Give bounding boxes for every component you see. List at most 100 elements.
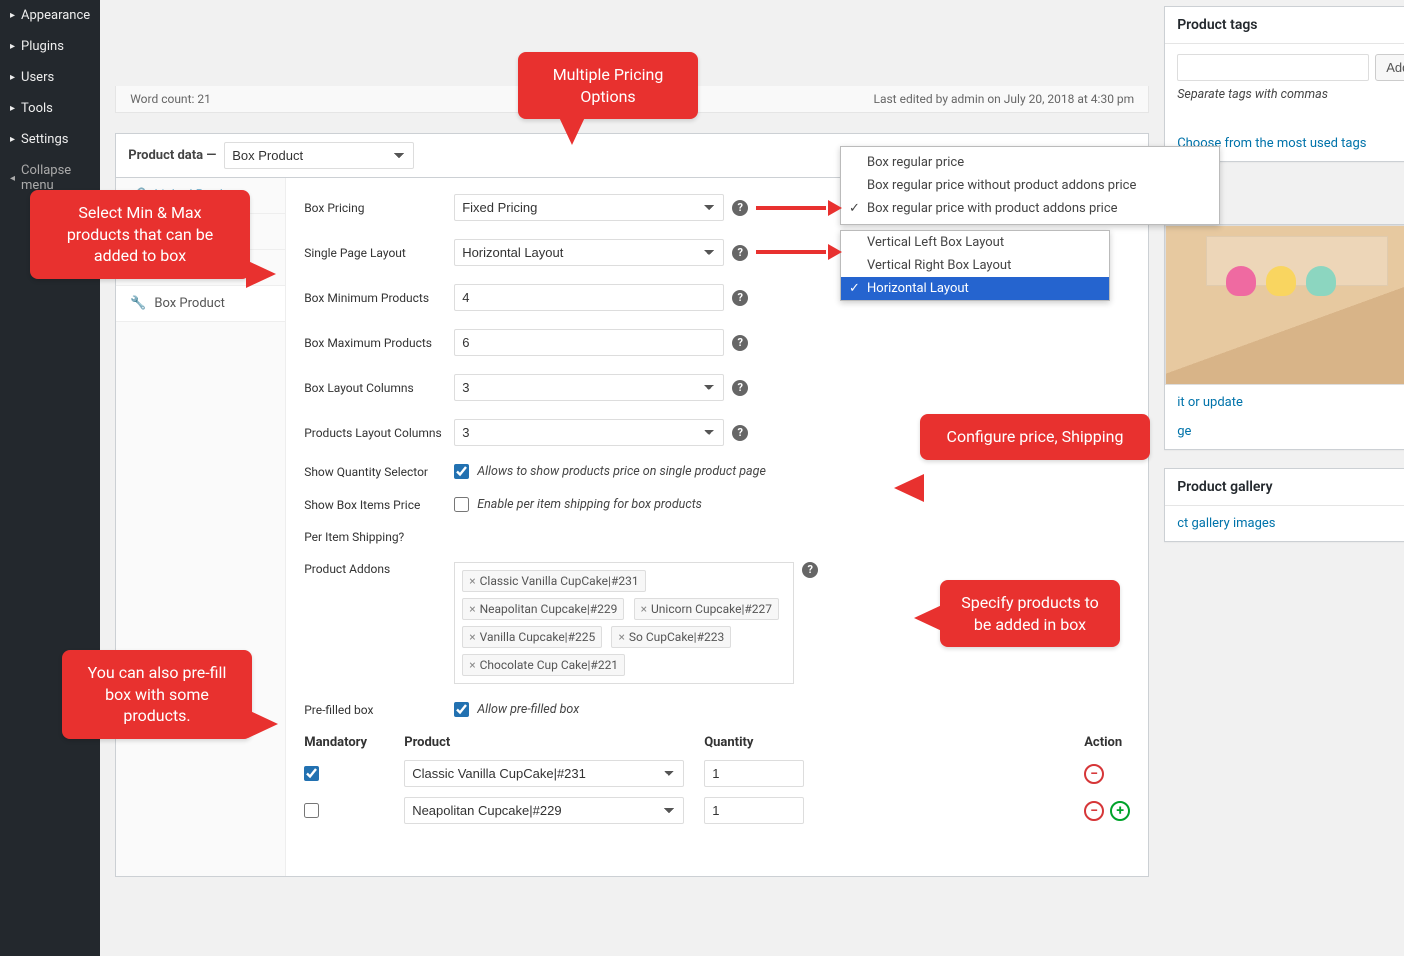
prefill-qty-input[interactable] [704,760,804,787]
chevron-right-icon: ▸ [10,72,15,83]
callout-minmax: Select Min & Max products that can be ad… [30,190,250,279]
help-icon[interactable]: ? [732,380,748,396]
wp-admin-sidebar: ▸Appearance ▸Plugins ▸Users ▸Tools ▸Sett… [0,0,100,956]
prefill-qty-input[interactable] [704,797,804,824]
prefilled-box-checkbox[interactable] [454,702,469,717]
single-page-layout-select[interactable]: Horizontal Layout [454,239,724,266]
pricing-options-popup: Box regular price Box regular price with… [840,146,1220,225]
prefill-product-select[interactable]: Neapolitan Cupcake|#229 [404,797,684,824]
product-tags-title: Product tags [1165,7,1404,44]
product-tags-panel: Product tags Add Separate tags with comm… [1164,6,1404,162]
chevron-right-icon: ▸ [10,10,15,21]
layout-options-popup: Vertical Left Box Layout Vertical Right … [840,230,1110,301]
remove-tag-icon[interactable]: × [469,602,475,616]
last-edited: Last edited by admin on July 20, 2018 at… [874,92,1135,106]
add-tag-button[interactable]: Add [1375,54,1404,81]
menu-settings[interactable]: ▸Settings [0,124,100,155]
arrow-icon [756,244,840,260]
layout-option[interactable]: Horizontal Layout [841,277,1109,300]
box-layout-cols-label: Box Layout Columns [304,381,454,395]
show-qty-checkbox[interactable] [454,464,469,479]
menu-users[interactable]: ▸Users [0,62,100,93]
tab-box-product[interactable]: 🔧Box Product [116,286,285,322]
product-gallery-panel: Product gallery ct gallery images [1164,468,1404,542]
box-max-products-label: Box Maximum Products [304,336,454,350]
callout-shipping: Configure price, Shipping [920,414,1150,460]
remove-tag-icon[interactable]: × [469,574,475,588]
menu-plugins[interactable]: ▸Plugins [0,31,100,62]
remove-tag-icon[interactable]: × [469,630,475,644]
product-addons-field[interactable]: ×Classic Vanilla CupCake|#231 ×Neapolita… [454,562,794,684]
product-type-select[interactable]: Box Product [224,142,414,169]
chevron-right-icon: ▸ [10,41,15,52]
menu-appearance[interactable]: ▸Appearance [0,0,100,31]
chevron-right-icon: ▸ [10,103,15,114]
per-item-shipping-label: Per Item Shipping? [304,530,454,544]
pricing-option[interactable]: Box regular price [841,151,1219,174]
addon-tag[interactable]: ×Chocolate Cup Cake|#221 [462,654,625,676]
prefill-mandatory-checkbox[interactable] [304,766,319,781]
per-item-shipping-hint: Enable per item shipping for box product… [477,497,702,512]
box-max-products-input[interactable] [454,329,724,356]
prefill-table-head: Mandatory Product Quantity Action [304,735,1130,750]
box-min-products-label: Box Minimum Products [304,291,454,305]
prefilled-box-hint: Allow pre-filled box [477,702,579,717]
wrench-icon: 🔧 [130,296,146,311]
remove-tag-icon[interactable]: × [641,602,647,616]
prefill-mandatory-checkbox[interactable] [304,803,319,818]
addon-tag[interactable]: ×Vanilla Cupcake|#225 [462,626,602,648]
addon-tag[interactable]: ×Neapolitan Cupcake|#229 [462,598,624,620]
prefilled-box-label: Pre-filled box [304,703,454,717]
show-qty-label: Show Quantity Selector [304,465,454,479]
remove-tag-icon[interactable]: × [618,630,624,644]
help-icon[interactable]: ? [802,562,818,578]
addon-tag[interactable]: ×So CupCake|#223 [611,626,731,648]
product-tags-input[interactable] [1177,54,1369,81]
box-min-products-input[interactable] [454,284,724,311]
prefill-product-select[interactable]: Classic Vanilla CupCake|#231 [404,760,684,787]
add-row-button[interactable]: + [1110,801,1130,821]
show-items-price-label: Show Box Items Price [304,498,454,512]
help-icon[interactable]: ? [732,425,748,441]
product-addons-label: Product Addons [304,562,454,576]
menu-tools[interactable]: ▸Tools [0,93,100,124]
help-icon[interactable]: ? [732,290,748,306]
remove-row-button[interactable]: − [1084,764,1104,784]
word-count: Word count: 21 [130,92,211,106]
addon-tag[interactable]: ×Unicorn Cupcake|#227 [634,598,779,620]
addon-tag[interactable]: ×Classic Vanilla CupCake|#231 [462,570,645,592]
box-layout-cols-select[interactable]: 3 [454,374,724,401]
callout-addons: Specify products to be added in box [940,580,1120,647]
remove-tag-icon[interactable]: × [469,658,475,672]
product-gallery-title: Product gallery [1165,469,1404,506]
box-pricing-label: Box Pricing [304,201,454,215]
product-tags-hint: Separate tags with commas [1177,87,1397,102]
callout-pricing: Multiple Pricing Options [518,52,698,119]
remove-image-link[interactable]: ge [1177,424,1191,439]
layout-option[interactable]: Vertical Left Box Layout [841,231,1109,254]
layout-option[interactable]: Vertical Right Box Layout [841,254,1109,277]
product-image-preview[interactable] [1165,225,1404,385]
pricing-option[interactable]: Box regular price with product addons pr… [841,197,1219,220]
per-item-shipping-checkbox[interactable] [454,497,469,512]
help-icon[interactable]: ? [732,200,748,216]
edit-image-link[interactable]: it or update [1177,395,1243,410]
product-data-title: Product data — [128,148,216,163]
products-layout-cols-label: Products Layout Columns [304,426,454,440]
callout-prefill: You can also pre-fill box with some prod… [62,650,252,739]
prefill-row: Neapolitan Cupcake|#229 −+ [304,797,1130,824]
product-image-panel: it or update ge [1164,224,1404,450]
collapse-icon: ◂ [10,173,15,184]
show-qty-hint: Allows to show products price on single … [477,464,766,479]
box-pricing-select[interactable]: Fixed Pricing [454,194,724,221]
pricing-option[interactable]: Box regular price without product addons… [841,174,1219,197]
single-page-layout-label: Single Page Layout [304,246,454,260]
remove-row-button[interactable]: − [1084,801,1104,821]
prefill-row: Classic Vanilla CupCake|#231 − [304,760,1130,787]
chevron-right-icon: ▸ [10,134,15,145]
arrow-icon [756,200,840,216]
help-icon[interactable]: ? [732,245,748,261]
products-layout-cols-select[interactable]: 3 [454,419,724,446]
add-gallery-images-link[interactable]: ct gallery images [1177,516,1275,531]
help-icon[interactable]: ? [732,335,748,351]
